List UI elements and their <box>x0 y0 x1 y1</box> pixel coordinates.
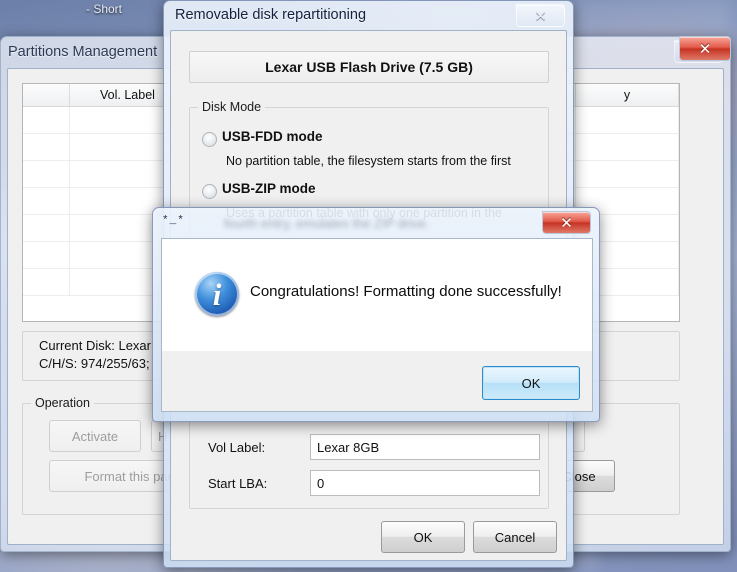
radio-label-usb-fdd-mode[interactable]: USB-FDD mode <box>222 129 323 144</box>
repartition-window-title: Removable disk repartitioning <box>175 7 367 23</box>
table-column-header[interactable]: y <box>576 84 679 106</box>
vol-label-input[interactable]: Lexar 8GB <box>310 434 540 460</box>
formatting-success-dialog[interactable]: *_* fourth entry, emulates the ZIP drive… <box>152 207 600 422</box>
dialog-content-area: i Congratulations! Formatting done succe… <box>161 238 593 353</box>
activate-button[interactable]: Activate <box>49 420 141 452</box>
current-disk-line-2: C/H/S: 974/255/63; <box>39 356 150 371</box>
repartition-window-close-button[interactable]: ✕ <box>516 4 565 27</box>
device-header-label: Lexar USB Flash Drive (7.5 GB) <box>189 51 549 83</box>
dialog-message-text: Congratulations! Formatting done success… <box>250 283 562 300</box>
radio-label-usb-zip-mode[interactable]: USB-ZIP mode <box>222 181 316 196</box>
current-disk-line-1: Current Disk: Lexar <box>39 338 151 353</box>
radio-usb-zip-mode[interactable] <box>202 184 217 199</box>
info-icon: i <box>195 272 239 316</box>
repartition-cancel-button[interactable]: Cancel <box>473 521 557 553</box>
disk-mode-group-legend: Disk Mode <box>198 100 266 114</box>
table-column-header[interactable] <box>23 84 70 106</box>
desktop-shortcut-caption: - Short <box>86 2 123 16</box>
blurred-background-text: fourth entry, emulates the ZIP drive. <box>224 216 430 231</box>
partitions-window-close-red-button[interactable]: ✕ <box>679 36 731 61</box>
radio-description-usb-fdd-mode: No partition table, the filesystem start… <box>226 154 511 168</box>
operation-group-legend: Operation <box>31 396 94 410</box>
vol-label-label: Vol Label: <box>208 440 266 455</box>
volume-fields-group: Vol Label: Lexar 8GB Start LBA: 0 <box>189 421 549 509</box>
start-lba-label: Start LBA: <box>208 476 268 491</box>
info-icon-glyph: i <box>212 276 222 312</box>
dialog-ok-button[interactable]: OK <box>482 366 580 400</box>
radio-usb-fdd-mode[interactable] <box>202 132 217 147</box>
dialog-footer: OK <box>161 351 593 412</box>
dialog-title-glyph: *_* <box>162 215 185 227</box>
repartition-ok-button[interactable]: OK <box>381 521 465 553</box>
dialog-close-button[interactable]: ✕ <box>542 211 591 234</box>
start-lba-input[interactable]: 0 <box>310 470 540 496</box>
